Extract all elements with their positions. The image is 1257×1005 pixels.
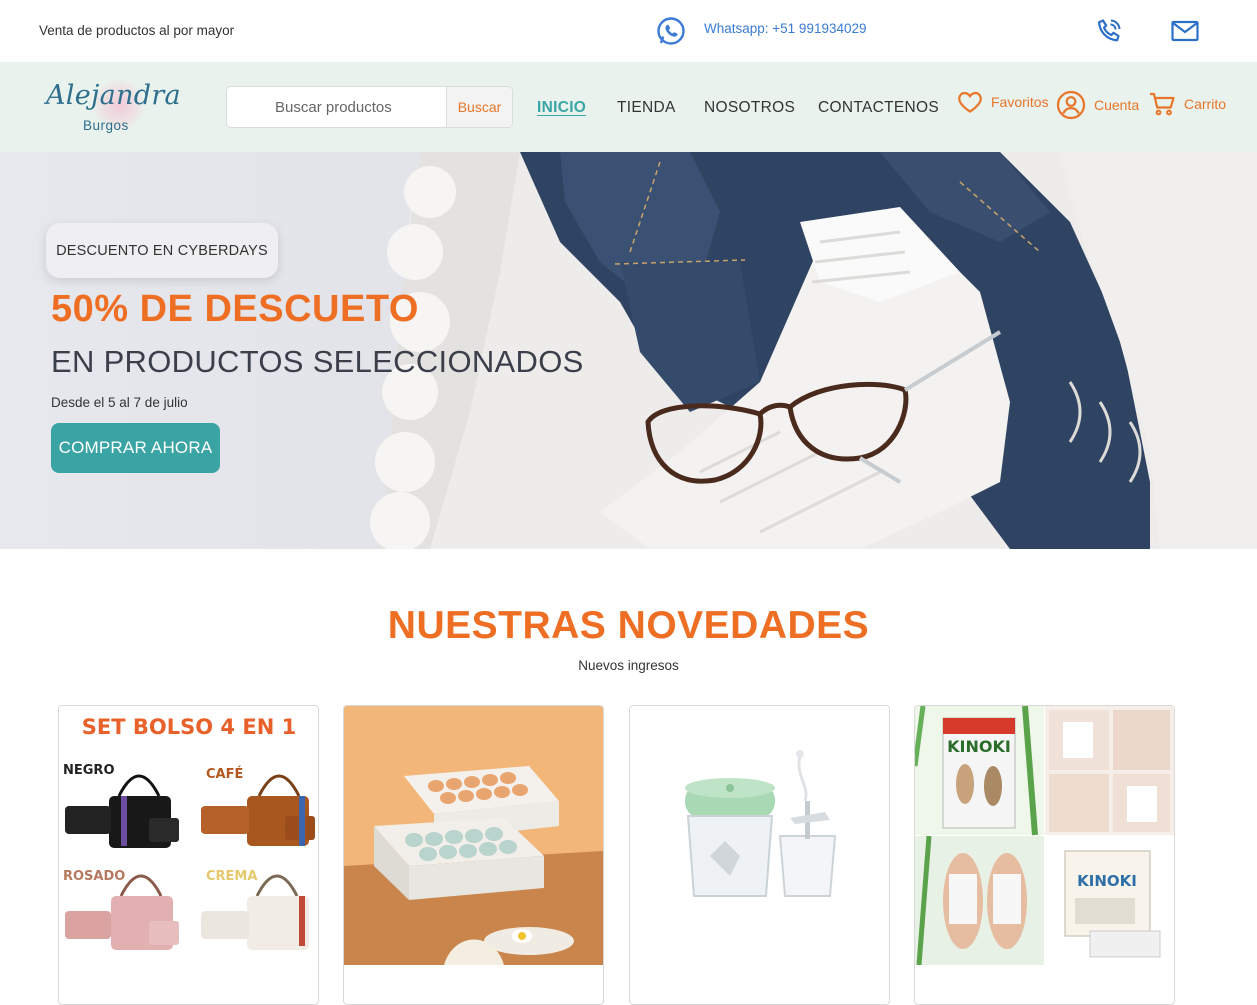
product-card[interactable] xyxy=(629,705,890,1005)
account-link[interactable]: Cuenta xyxy=(1056,90,1139,120)
product-image-mini-chopper xyxy=(630,706,889,965)
brand-sub: Burgos xyxy=(83,118,129,133)
product-card[interactable]: KINOKI KINOKI xyxy=(914,705,1175,1005)
brand-name: Alejandra xyxy=(46,80,181,111)
svg-text:CAFÉ: CAFÉ xyxy=(206,766,243,782)
phone-icon[interactable] xyxy=(1094,16,1124,46)
tagline: Venta de productos al por mayor xyxy=(39,23,235,38)
promo-badge: DESCUENTO EN CYBERDAYS xyxy=(46,223,278,278)
brand-logo[interactable]: Alejandra Burgos xyxy=(44,74,184,144)
product-image-bag-set: SET BOLSO 4 EN 1 NEGRO CAFÉ ROSADO CREMA xyxy=(59,706,318,965)
nav-item-contactenos[interactable]: CONTACTENOS xyxy=(818,99,939,117)
user-icon xyxy=(1056,90,1086,120)
whatsapp-icon[interactable] xyxy=(655,15,687,47)
hero-dates: Desde el 5 al 7 de julio xyxy=(51,395,188,410)
product-card[interactable]: SET BOLSO 4 EN 1 NEGRO CAFÉ ROSADO CREMA xyxy=(58,705,319,1005)
favorites-link[interactable]: Favoritos xyxy=(957,90,1049,114)
hero-headline: 50% DE DESCUETO xyxy=(51,288,419,330)
nav-item-inicio[interactable]: INICIO xyxy=(537,99,586,117)
section-subtitle: Nuevos ingresos xyxy=(578,658,679,673)
mail-icon[interactable] xyxy=(1170,18,1200,44)
svg-text:NEGRO: NEGRO xyxy=(63,763,115,778)
product-image-egg-organizer xyxy=(344,706,603,965)
nav-item-nosotros[interactable]: NOSOTROS xyxy=(704,99,795,117)
search-button[interactable]: Buscar xyxy=(446,87,512,127)
top-bar: Venta de productos al por mayor Whatsapp… xyxy=(0,0,1257,62)
svg-text:CREMA: CREMA xyxy=(206,869,257,884)
search-input[interactable] xyxy=(227,87,447,127)
cart-label: Carrito xyxy=(1184,96,1227,112)
product-card[interactable] xyxy=(343,705,604,1005)
whatsapp-link[interactable]: Whatsapp: +51 991934029 xyxy=(704,21,867,36)
section-title: NUESTRAS NOVEDADES xyxy=(387,604,870,647)
nav-item-tienda[interactable]: TIENDA xyxy=(617,99,676,117)
heart-icon xyxy=(958,91,982,113)
main-nav: Alejandra Burgos Buscar INICIO TIENDA NO… xyxy=(0,62,1257,152)
account-label: Cuenta xyxy=(1094,97,1140,113)
product-image-kinoki-pads: KINOKI KINOKI xyxy=(915,706,1174,965)
hero-banner: DESCUENTO EN CYBERDAYS 50% DE DESCUETO E… xyxy=(0,152,1257,549)
favorites-label: Favoritos xyxy=(991,94,1049,110)
svg-text:ROSADO: ROSADO xyxy=(63,869,125,884)
svg-text:KINOKI: KINOKI xyxy=(1077,872,1137,890)
bag-banner-text: SET BOLSO 4 EN 1 xyxy=(82,715,296,739)
kinoki-brand-text: KINOKI xyxy=(947,737,1011,756)
cart-icon xyxy=(1150,92,1175,116)
cart-link[interactable]: Carrito xyxy=(1148,90,1226,118)
hero-subheadline: EN PRODUCTOS SELECCIONADOS xyxy=(51,344,584,379)
buy-now-button[interactable]: COMPRAR AHORA xyxy=(51,423,220,473)
search-box: Buscar xyxy=(226,86,513,128)
